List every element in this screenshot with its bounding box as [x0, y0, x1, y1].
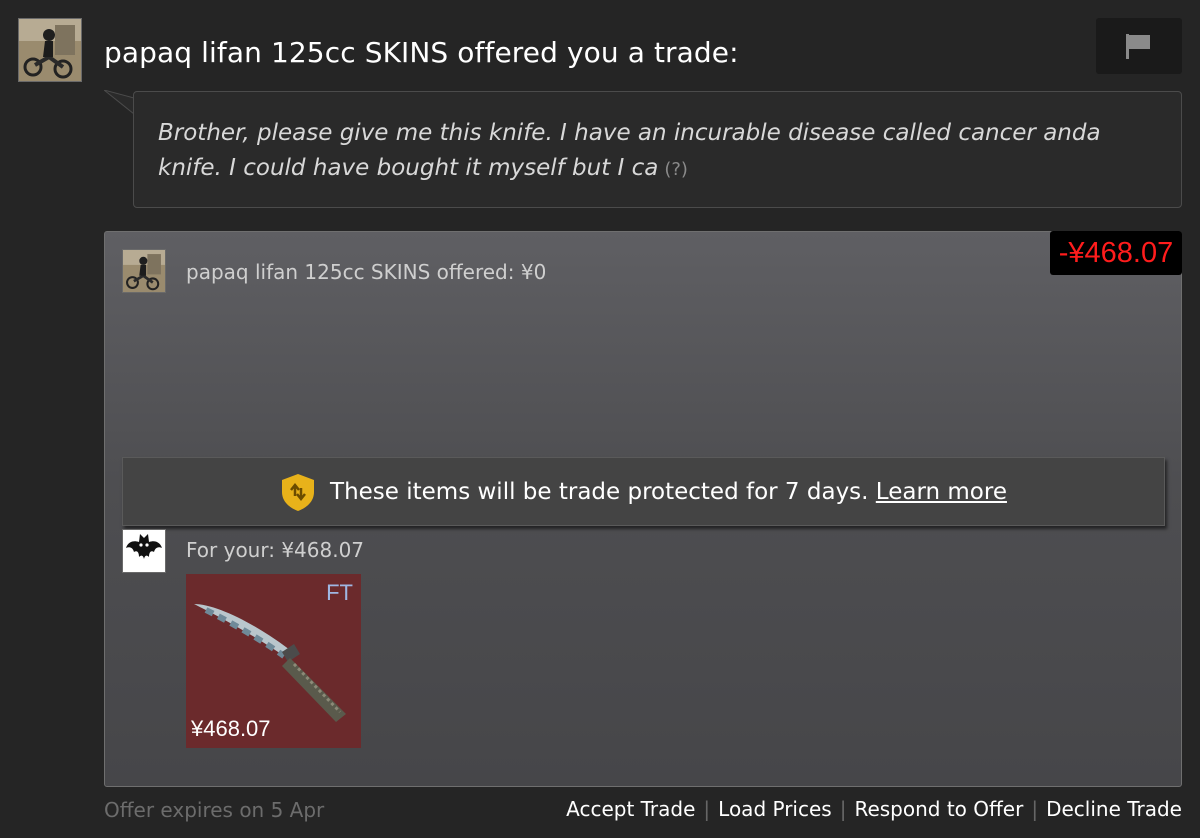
report-button[interactable]: [1096, 18, 1182, 74]
speech-bubble-tail: [104, 90, 136, 116]
bat-avatar-icon: [123, 530, 165, 572]
item-wear-tag: FT: [326, 580, 353, 605]
message-text: Brother, please give me this knife. I ha…: [158, 120, 1101, 181]
trade-offer-title: papaq lifan 125cc SKINS offered you a tr…: [104, 36, 739, 69]
item-price: ¥468.07: [191, 716, 271, 741]
your-items-label: For your: ¥468.07: [186, 538, 365, 562]
trade-actions: Accept Trade | Load Prices | Respond to …: [566, 797, 1182, 821]
knife-item-tile[interactable]: FT ¥468.07: [186, 574, 361, 748]
respond-to-offer-button[interactable]: Respond to Offer: [854, 797, 1023, 821]
trade-protection-banner: These items will be trade protected for …: [122, 457, 1165, 526]
their-items-label: papaq lifan 125cc SKINS offered: ¥0: [186, 260, 547, 284]
offer-expiry: Offer expires on 5 Apr: [104, 798, 325, 822]
message-more-link[interactable]: (?): [664, 159, 688, 180]
load-prices-button[interactable]: Load Prices: [718, 797, 832, 821]
action-separator: |: [1031, 797, 1039, 821]
sender-avatar[interactable]: [18, 18, 82, 82]
protection-text: These items will be trade protected for …: [330, 478, 869, 505]
sender-small-avatar[interactable]: [122, 249, 166, 293]
action-separator: |: [839, 797, 847, 821]
trade-message: Brother, please give me this knife. I ha…: [133, 91, 1182, 208]
value-difference-badge: -¥468.07: [1050, 231, 1182, 275]
shield-icon: [282, 473, 315, 511]
biker-avatar-icon: [19, 19, 81, 81]
decline-trade-button[interactable]: Decline Trade: [1046, 797, 1182, 821]
action-separator: |: [703, 797, 711, 821]
flag-icon: [1126, 34, 1150, 59]
accept-trade-button[interactable]: Accept Trade: [566, 797, 695, 821]
learn-more-link[interactable]: Learn more: [876, 479, 1007, 505]
biker-avatar-icon: [123, 250, 165, 292]
your-avatar[interactable]: [122, 529, 166, 573]
